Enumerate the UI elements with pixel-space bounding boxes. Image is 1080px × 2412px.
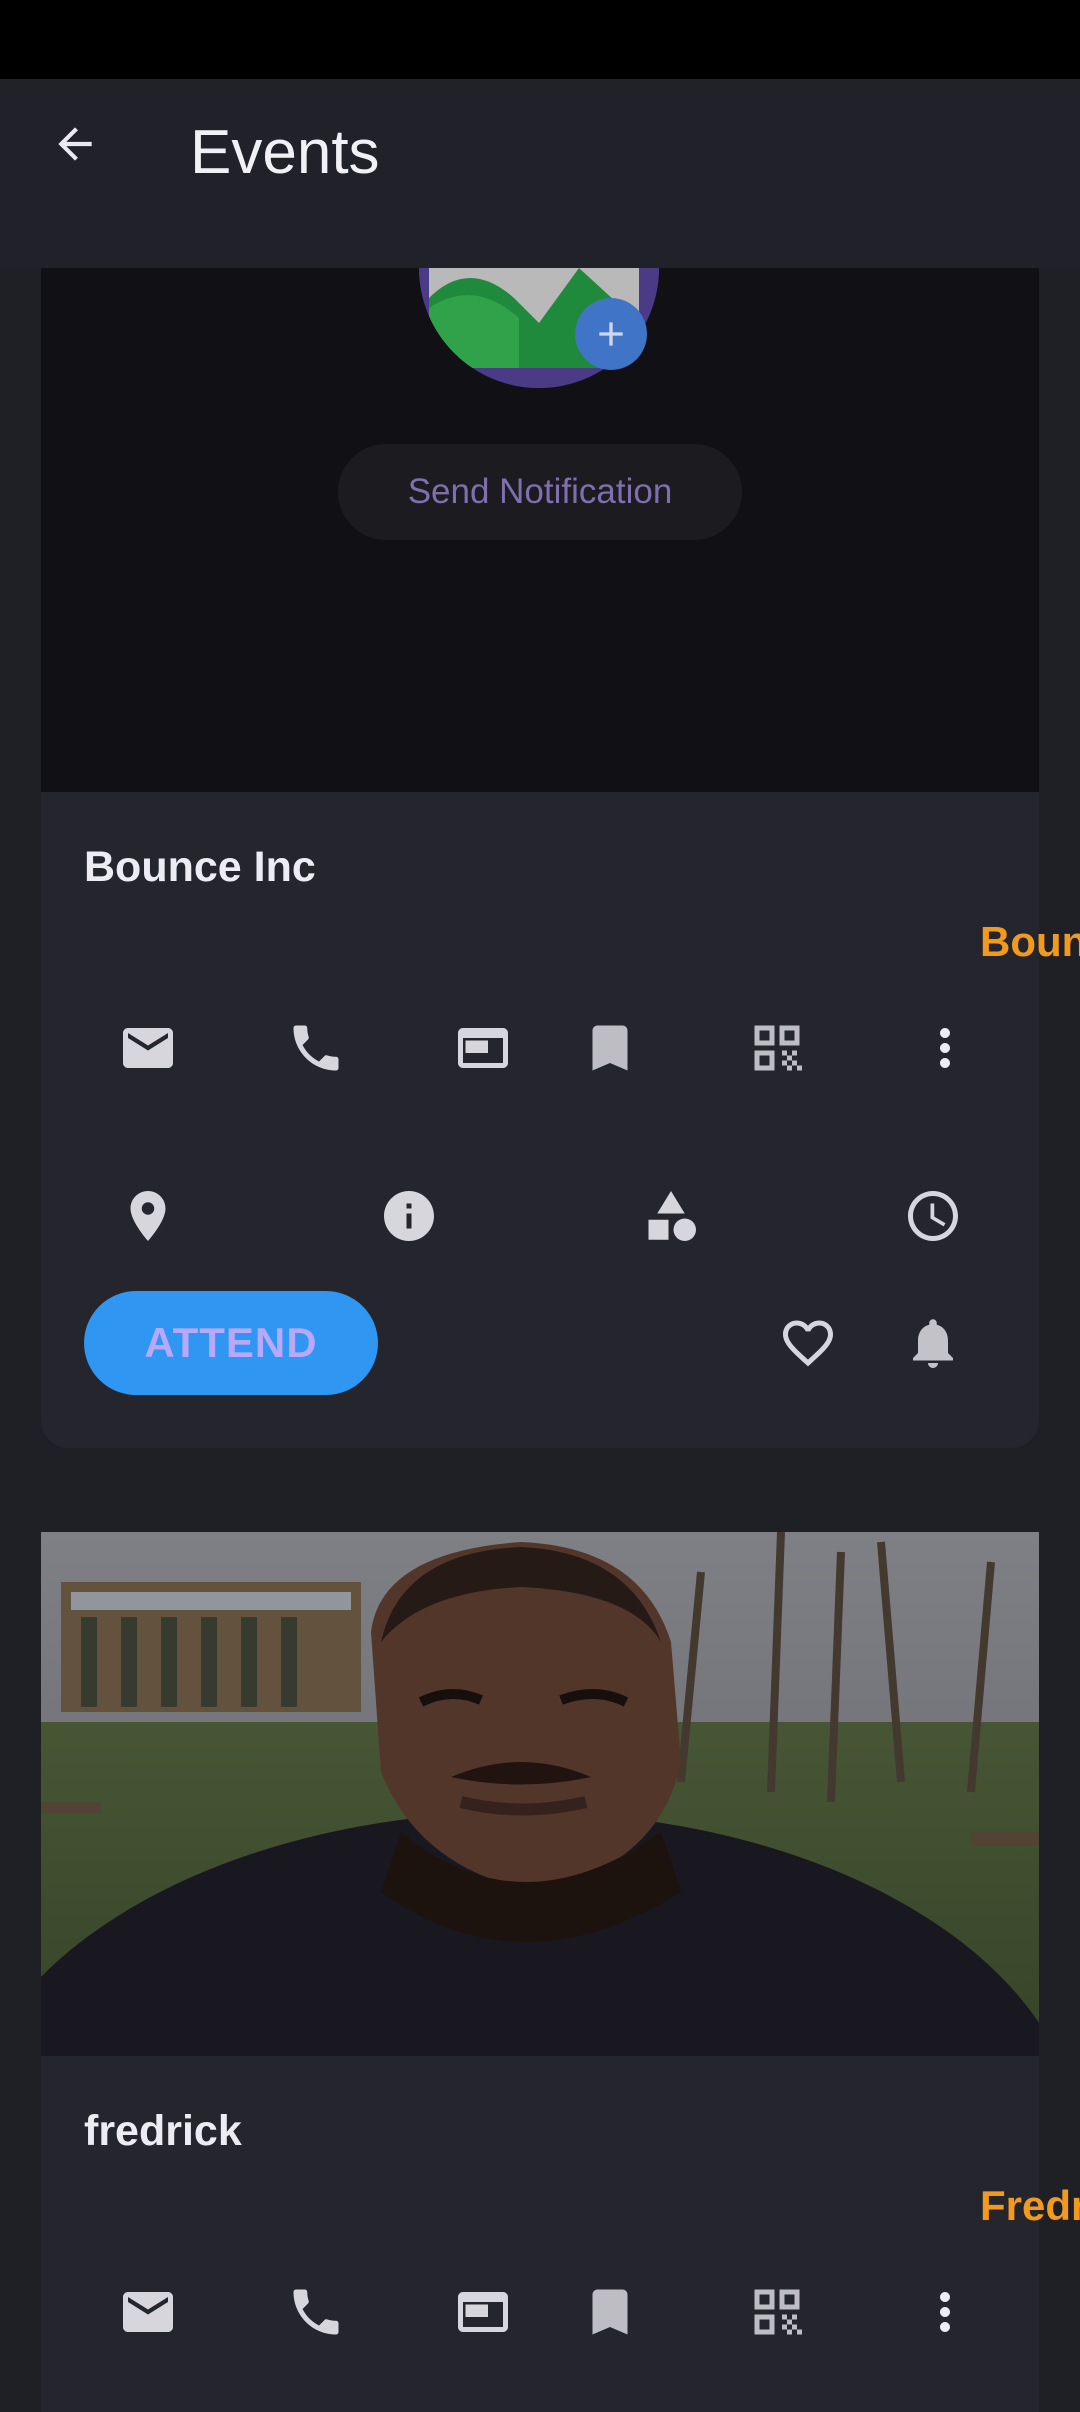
event-side-label: Boun — [980, 918, 1080, 965]
event-name: Bounce Inc — [84, 843, 316, 891]
time-button[interactable] — [893, 1176, 973, 1256]
page-title: Events — [190, 118, 380, 187]
email-icon — [123, 1028, 173, 1068]
status-bar — [0, 0, 1080, 79]
more-options-button[interactable] — [905, 2272, 985, 2352]
event-card[interactable]: fredrick — [41, 1532, 1039, 2412]
event-card[interactable]: Send Notification Bounce Inc ATTEND — [41, 268, 1039, 1448]
bookmark-icon — [592, 2289, 628, 2335]
location-pin-icon — [130, 1191, 166, 1241]
arrow-left-icon — [58, 127, 92, 161]
category-button[interactable] — [631, 1176, 711, 1256]
portrait-photo-image — [41, 1532, 1039, 2056]
more-vert-icon — [940, 1028, 950, 1068]
add-photo-button[interactable] — [575, 298, 647, 370]
qr-code-icon — [754, 2289, 802, 2335]
phone-icon — [293, 1025, 339, 1071]
info-icon — [384, 1191, 434, 1241]
heart-outline-icon — [783, 1320, 833, 1367]
shapes-icon — [648, 1191, 696, 1241]
email-icon — [123, 2292, 173, 2332]
bell-icon — [913, 1319, 953, 1368]
phone-icon — [293, 2289, 339, 2335]
qr-code-button[interactable] — [737, 1008, 817, 1088]
info-button[interactable] — [369, 1176, 449, 1256]
plus-icon — [599, 322, 623, 346]
bookmark-icon — [592, 1025, 628, 1071]
more-options-button[interactable] — [905, 1008, 985, 1088]
card-button[interactable] — [443, 1008, 523, 1088]
event-media: Send Notification — [41, 268, 1039, 792]
qr-code-button[interactable] — [737, 2272, 817, 2352]
event-side-label: Fredr — [980, 2182, 1080, 2229]
phone-button[interactable] — [276, 2272, 356, 2352]
event-name: fredrick — [84, 2107, 242, 2155]
card-icon — [458, 2292, 508, 2332]
back-button[interactable] — [40, 109, 110, 179]
more-vert-icon — [940, 2292, 950, 2332]
qr-code-icon — [754, 1025, 802, 1071]
event-photo — [41, 1532, 1039, 2056]
attend-button[interactable]: ATTEND — [84, 1291, 378, 1395]
phone-button[interactable] — [276, 1008, 356, 1088]
location-button[interactable] — [108, 1176, 188, 1256]
bookmark-button[interactable] — [570, 2272, 650, 2352]
email-button[interactable] — [108, 2272, 188, 2352]
card-button[interactable] — [443, 2272, 523, 2352]
notification-bell-button[interactable] — [893, 1303, 973, 1383]
app-bar: Events — [0, 79, 1080, 269]
favorite-button[interactable] — [768, 1303, 848, 1383]
bookmark-button[interactable] — [570, 1008, 650, 1088]
card-icon — [458, 1028, 508, 1068]
clock-icon — [908, 1191, 958, 1241]
email-button[interactable] — [108, 1008, 188, 1088]
send-notification-button[interactable]: Send Notification — [338, 444, 742, 540]
